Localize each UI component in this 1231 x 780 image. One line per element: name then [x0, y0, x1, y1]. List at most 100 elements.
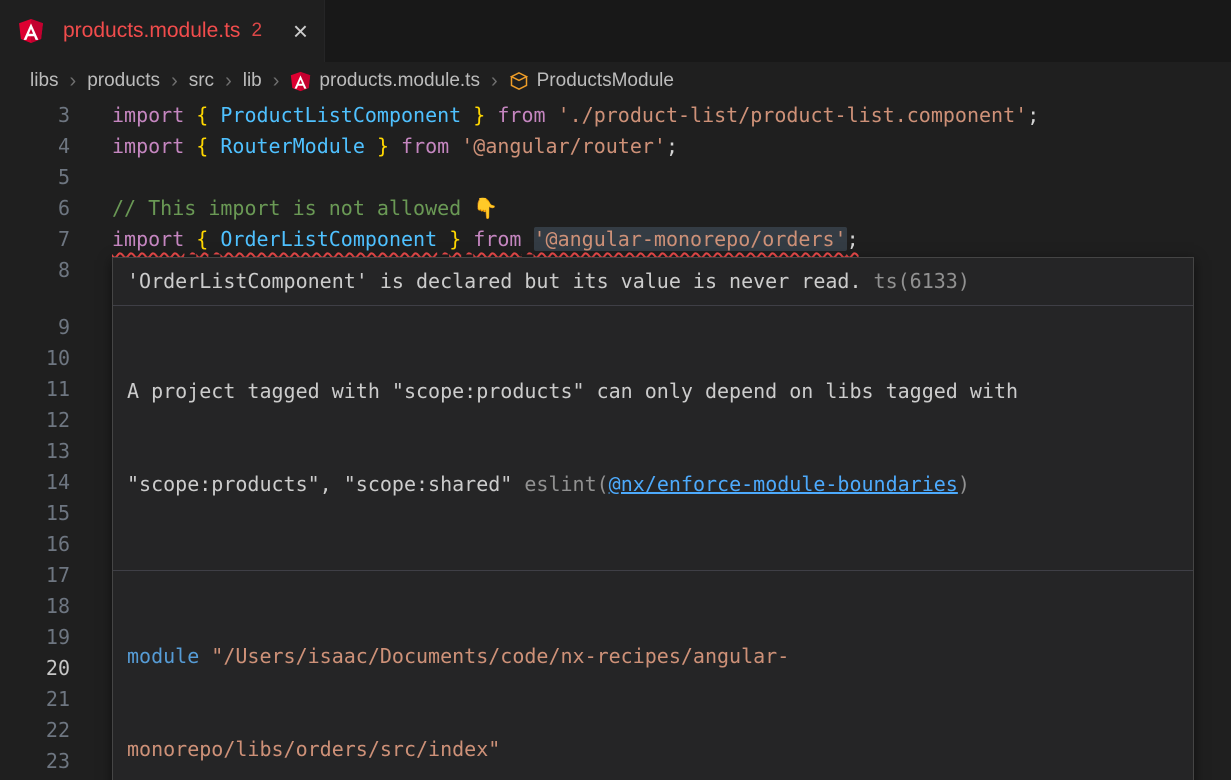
- chevron-right-icon: ›: [273, 70, 280, 93]
- line-number[interactable]: 22: [0, 715, 70, 746]
- code-token: // This import is not allowed: [112, 196, 473, 220]
- eslint-rule-link[interactable]: @nx/enforce-module-boundaries: [609, 472, 958, 496]
- code-token: [485, 103, 497, 127]
- line-number[interactable]: 11: [0, 374, 70, 405]
- code-token: [365, 134, 377, 158]
- code-token: [437, 227, 449, 251]
- code-token: [184, 103, 196, 127]
- code-token: import: [112, 134, 184, 158]
- line-number[interactable]: 16: [0, 529, 70, 560]
- code-token: OrderListComponent: [220, 227, 437, 251]
- breadcrumb-products[interactable]: products: [87, 70, 160, 92]
- eslint-source-prefix: eslint(: [524, 472, 608, 496]
- module-info-line2: monorepo/libs/orders/src/index": [127, 734, 1179, 765]
- code-token: [546, 103, 558, 127]
- module-info-line1: module "/Users/isaac/Documents/code/nx-r…: [127, 641, 1179, 672]
- line-number[interactable]: 3: [0, 100, 70, 131]
- code-token: {: [196, 103, 208, 127]
- tab-products-module-ts[interactable]: products.module.ts 2 ×: [0, 0, 325, 62]
- code-content[interactable]: import { RouterModule } from '@angular/r…: [112, 131, 678, 162]
- line-number[interactable]: 7: [0, 224, 70, 255]
- tab-bar: products.module.ts 2 ×: [0, 0, 1231, 62]
- code-token: {: [196, 227, 208, 251]
- code-token: from: [473, 227, 521, 251]
- line-number[interactable]: 20: [0, 653, 70, 684]
- code-token: ProductListComponent: [220, 103, 461, 127]
- breadcrumb-file-label: products.module.ts: [319, 70, 480, 92]
- angular-file-icon: [18, 18, 44, 44]
- symbol-class-icon: [509, 71, 529, 91]
- code-token: [208, 227, 220, 251]
- code-token: }: [377, 134, 389, 158]
- line-number[interactable]: 18: [0, 591, 70, 622]
- code-line-7: 7 import { OrderListComponent } from '@an…: [0, 224, 1231, 255]
- line-number[interactable]: 12: [0, 405, 70, 436]
- chevron-right-icon: ›: [171, 70, 178, 93]
- code-content[interactable]: import { OrderListComponent } from '@ang…: [112, 224, 859, 255]
- code-token: [521, 227, 533, 251]
- code-token: 👇: [473, 196, 498, 220]
- code-token: [449, 134, 461, 158]
- line-number[interactable]: 23: [0, 746, 70, 777]
- breadcrumb: libs › products › src › lib › products.m…: [0, 62, 1231, 100]
- editor: 3 import { ProductListComponent } from '.…: [0, 100, 1231, 780]
- code-token: [208, 134, 220, 158]
- line-number[interactable]: 5: [0, 162, 70, 193]
- hover-ts-diagnostic: 'OrderListComponent' is declared but its…: [113, 258, 1193, 306]
- code-token: }: [449, 227, 461, 251]
- code-token: '@angular-monorepo/orders': [534, 227, 847, 251]
- line-number[interactable]: 10: [0, 343, 70, 374]
- breadcrumb-symbol[interactable]: ProductsModule: [509, 70, 674, 92]
- line-number[interactable]: 6: [0, 193, 70, 224]
- code-token: [461, 103, 473, 127]
- close-icon[interactable]: ×: [293, 18, 308, 44]
- breadcrumb-lib[interactable]: lib: [243, 70, 262, 92]
- code-token: '@angular/router': [461, 134, 666, 158]
- eslint-message-text: "scope:products", "scope:shared": [127, 472, 524, 496]
- code-token: {: [196, 134, 208, 158]
- line-number[interactable]: 21: [0, 684, 70, 715]
- tab-problems-badge: 2: [251, 20, 262, 42]
- code-token: [208, 103, 220, 127]
- module-path: "/Users/isaac/Documents/code/nx-recipes/…: [199, 644, 789, 668]
- line-number[interactable]: 19: [0, 622, 70, 653]
- code-token: [461, 227, 473, 251]
- chevron-right-icon: ›: [491, 70, 498, 93]
- eslint-source-suffix: ): [958, 472, 970, 496]
- code-token: [184, 227, 196, 251]
- hover-popup: 'OrderListComponent' is declared but its…: [112, 257, 1194, 780]
- line-number[interactable]: 13: [0, 436, 70, 467]
- chevron-right-icon: ›: [70, 70, 77, 93]
- angular-file-icon: [290, 71, 311, 92]
- code-line-5: 5: [0, 162, 1231, 193]
- code-token: from: [401, 134, 449, 158]
- code-token: ;: [847, 227, 859, 251]
- chevron-right-icon: ›: [225, 70, 232, 93]
- code-content[interactable]: // This import is not allowed 👇: [112, 193, 498, 224]
- code-line-6: 6 // This import is not allowed 👇: [0, 193, 1231, 224]
- eslint-message-line2: "scope:products", "scope:shared" eslint(…: [127, 469, 1179, 500]
- breadcrumb-libs[interactable]: libs: [30, 70, 59, 92]
- ts-diagnostic-source: ts(6133): [862, 269, 970, 293]
- line-number[interactable]: 8: [0, 255, 70, 286]
- eslint-message-text: A project tagged with "scope:products" c…: [127, 379, 1018, 403]
- code-token: ;: [1027, 103, 1039, 127]
- code-token: [389, 134, 401, 158]
- hover-module-info: module "/Users/isaac/Documents/code/nx-r…: [113, 571, 1193, 780]
- eslint-message-line1: A project tagged with "scope:products" c…: [127, 376, 1179, 407]
- code-token: [184, 134, 196, 158]
- line-number[interactable]: 15: [0, 498, 70, 529]
- line-number[interactable]: 14: [0, 467, 70, 498]
- line-number[interactable]: 4: [0, 131, 70, 162]
- breadcrumb-symbol-label: ProductsModule: [537, 70, 674, 92]
- code-content[interactable]: import { ProductListComponent } from './…: [112, 100, 1039, 131]
- line-number[interactable]: 17: [0, 560, 70, 591]
- breadcrumb-src[interactable]: src: [189, 70, 214, 92]
- code-token: import: [112, 103, 184, 127]
- tab-label: products.module.ts: [63, 19, 240, 43]
- line-number[interactable]: 9: [0, 312, 70, 343]
- breadcrumb-file[interactable]: products.module.ts: [290, 70, 480, 92]
- code-line-3: 3 import { ProductListComponent } from '.…: [0, 100, 1231, 131]
- code-token: './product-list/product-list.component': [558, 103, 1028, 127]
- code-token: }: [473, 103, 485, 127]
